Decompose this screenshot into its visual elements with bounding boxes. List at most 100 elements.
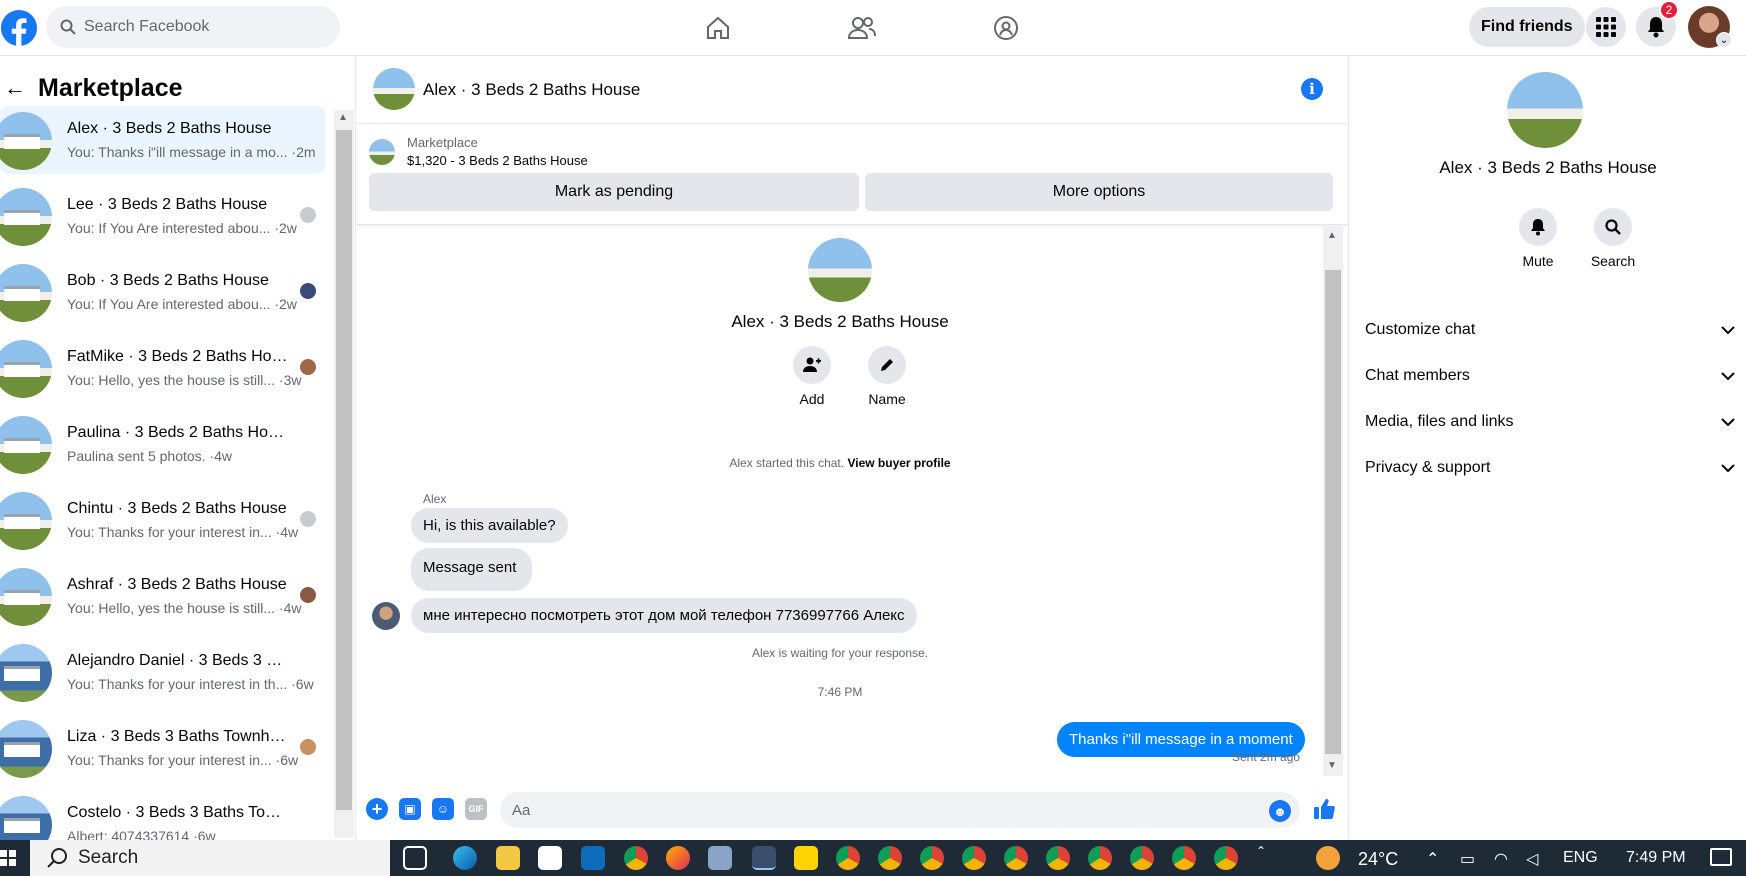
conversation-snippet: You: Hello, yes the house is still... ·4… [67,600,302,616]
notification-center-icon[interactable] [1710,848,1732,866]
message-input[interactable]: Aa [500,792,1300,828]
weather-icon[interactable] [1316,846,1340,870]
chrome-icon[interactable] [920,846,944,870]
conversation-item[interactable]: Costelo · 3 Beds 3 Baths Townh... Albert… [0,790,325,840]
scroll-up-icon[interactable]: ▲ [338,112,348,123]
chevron-down-icon[interactable]: ⌄ [1716,32,1732,48]
incoming-message[interactable]: Message sent [411,548,533,591]
menu-grid-icon[interactable] [1586,7,1626,47]
conversation-name: Costelo · 3 Beds 3 Baths Townh... [67,804,289,821]
show-hidden-icons-icon[interactable]: ⌃ [1426,849,1439,869]
sidebar-scrollbar[interactable]: ▲ ▼ [334,110,354,838]
app-icon[interactable] [708,846,732,870]
search-facebook-input[interactable]: Search Facebook [46,6,340,48]
chrome-icon[interactable] [1004,846,1028,870]
file-explorer-icon[interactable] [496,846,520,870]
friends-icon[interactable] [844,10,880,46]
listing-thumbnail [0,112,52,170]
scrollbar-thumb[interactable] [336,130,352,810]
listing-price-title[interactable]: $1,320 - 3 Beds 2 Baths House [407,153,588,168]
chrome-icon[interactable] [1088,846,1112,870]
windows-start-icon[interactable] [0,850,16,866]
read-receipt-avatar [300,511,316,527]
conversation-snippet: You: If You Are interested abou... ·2w [67,220,297,236]
chat-members-section[interactable]: Chat members [1365,356,1735,396]
conversation-name: Alejandro Daniel · 3 Beds 3 Bat... [67,652,289,669]
more-options-button[interactable]: More options [865,173,1333,211]
app-icon[interactable] [752,846,776,870]
conversation-item[interactable]: Alex · 3 Beds 2 Baths House You: Thanks … [0,106,325,174]
chat-title[interactable]: Alex · 3 Beds 2 Baths House [423,80,640,100]
conversation-item[interactable]: Liza · 3 Beds 3 Baths Townho... You: Tha… [0,714,325,782]
view-buyer-profile-link[interactable]: View buyer profile [847,456,950,470]
chrome-icon[interactable] [1046,846,1070,870]
thread-scrollbar[interactable]: ▲ ▼ [1323,226,1343,776]
volume-icon[interactable]: ◁ [1526,849,1538,869]
conversation-item[interactable]: Lee · 3 Beds 2 Baths House You: If You A… [0,182,325,250]
chat-avatar[interactable] [373,68,415,110]
conversation-item[interactable]: FatMike · 3 Beds 2 Baths Hou... You: Hel… [0,334,325,402]
find-friends-button[interactable]: Find friends [1469,7,1585,47]
details-avatar[interactable] [1507,72,1583,148]
conversation-name: Liza · 3 Beds 3 Baths Townho... [67,728,289,745]
name-chat-button[interactable]: Name [857,346,917,407]
battery-icon[interactable]: ▭ [1460,849,1475,869]
scrollbar-thumb[interactable] [1325,270,1341,754]
sticky-notes-icon[interactable] [794,846,818,870]
taskbar-search-box[interactable]: Search [30,840,390,876]
wifi-icon[interactable]: ◠ [1494,849,1508,869]
scroll-up-icon[interactable]: ▲ [1327,230,1337,241]
edge-icon[interactable] [453,846,477,870]
mark-as-pending-button[interactable]: Mark as pending [369,173,859,211]
back-arrow-icon[interactable]: ← [4,75,28,101]
language-indicator[interactable]: ENG [1563,849,1598,867]
privacy-support-section[interactable]: Privacy & support [1365,448,1735,488]
customize-chat-section[interactable]: Customize chat [1365,310,1735,350]
scroll-down-icon[interactable]: ▼ [1327,760,1337,771]
read-receipt-avatar [300,587,316,603]
outlook-icon[interactable] [581,846,605,870]
sticker-icon[interactable]: ☺ [432,798,454,820]
clock[interactable]: 7:49 PM [1626,849,1686,867]
photo-icon[interactable]: ▣ [399,798,421,820]
firefox-icon[interactable] [666,846,690,870]
chrome-icon[interactable] [878,846,902,870]
chat-started-text: Alex started this chat. [729,456,845,470]
search-in-chat-button[interactable]: Search [1583,208,1643,269]
task-view-icon[interactable] [403,846,427,870]
incoming-message[interactable]: мне интересно посмотреть этот дом мой те… [411,598,917,633]
facebook-logo-icon[interactable] [0,6,38,50]
conversation-item[interactable]: Ashraf · 3 Beds 2 Baths House You: Hello… [0,562,325,630]
chrome-icon[interactable] [624,846,648,870]
chrome-icon[interactable] [1214,846,1238,870]
chrome-icon[interactable] [1130,846,1154,870]
chrome-icon[interactable] [836,846,860,870]
weather-temperature[interactable]: 24°C [1358,849,1398,870]
groups-icon[interactable] [988,10,1024,46]
conversation-item[interactable]: Alejandro Daniel · 3 Beds 3 Bat... You: … [0,638,325,706]
listing-thumbnail[interactable] [369,139,395,165]
listing-thumbnail [0,568,52,626]
sent-status: Sent 2m ago [1232,750,1301,764]
microsoft-store-icon[interactable] [538,846,562,870]
plus-icon[interactable]: + [366,798,388,820]
conversation-item[interactable]: Bob · 3 Beds 2 Baths House You: If You A… [0,258,325,326]
overflow-chevron-icon[interactable]: ⌃ [1256,844,1266,858]
home-icon[interactable] [700,10,736,46]
chat-header: Alex · 3 Beds 2 Baths House i [357,56,1347,124]
emoji-icon[interactable]: ☻ [1269,800,1291,822]
gif-icon[interactable]: GIF [465,798,487,820]
media-files-links-section[interactable]: Media, files and links [1365,402,1735,442]
chrome-icon[interactable] [1172,846,1196,870]
add-people-button[interactable]: Add [782,346,842,407]
info-icon[interactable]: i [1301,78,1323,100]
search-label: Search [1590,253,1636,269]
conversation-item[interactable]: Paulina · 3 Beds 2 Baths House Paulina s… [0,410,325,478]
incoming-message[interactable]: Hi, is this available? [411,508,568,543]
conversation-item[interactable]: Chintu · 3 Beds 2 Baths House You: Thank… [0,486,325,554]
mute-button[interactable]: Mute [1508,208,1568,269]
chrome-icon[interactable] [962,846,986,870]
chevron-down-icon [1721,464,1735,472]
sender-avatar[interactable] [372,602,400,630]
thumbs-up-icon[interactable] [1313,798,1335,825]
